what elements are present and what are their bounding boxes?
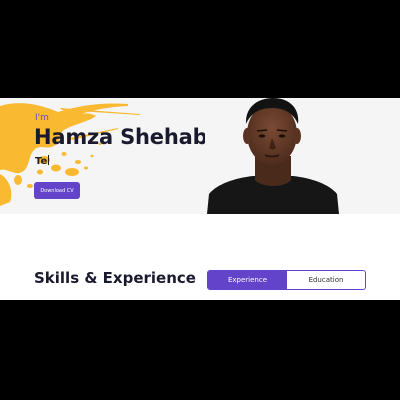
profile-name: Hamza Shehabu: [34, 125, 223, 149]
greeting-text: I'm: [35, 113, 49, 123]
skills-section-title: Skills & Experience: [34, 269, 196, 287]
portfolio-page: I'm Hamza Shehabu Te Download CV Skills …: [0, 98, 400, 300]
tab-experience[interactable]: Experience: [208, 271, 287, 289]
profile-photo: [205, 98, 340, 214]
typed-role-text: Te: [35, 156, 48, 167]
tab-education[interactable]: Education: [287, 271, 365, 289]
download-cv-button[interactable]: Download CV: [34, 182, 80, 199]
hero-section: I'm Hamza Shehabu Te Download CV: [0, 98, 400, 214]
typed-role: Te: [35, 155, 50, 167]
skills-tab-group: Experience Education: [207, 270, 366, 290]
typing-caret: [48, 155, 50, 165]
